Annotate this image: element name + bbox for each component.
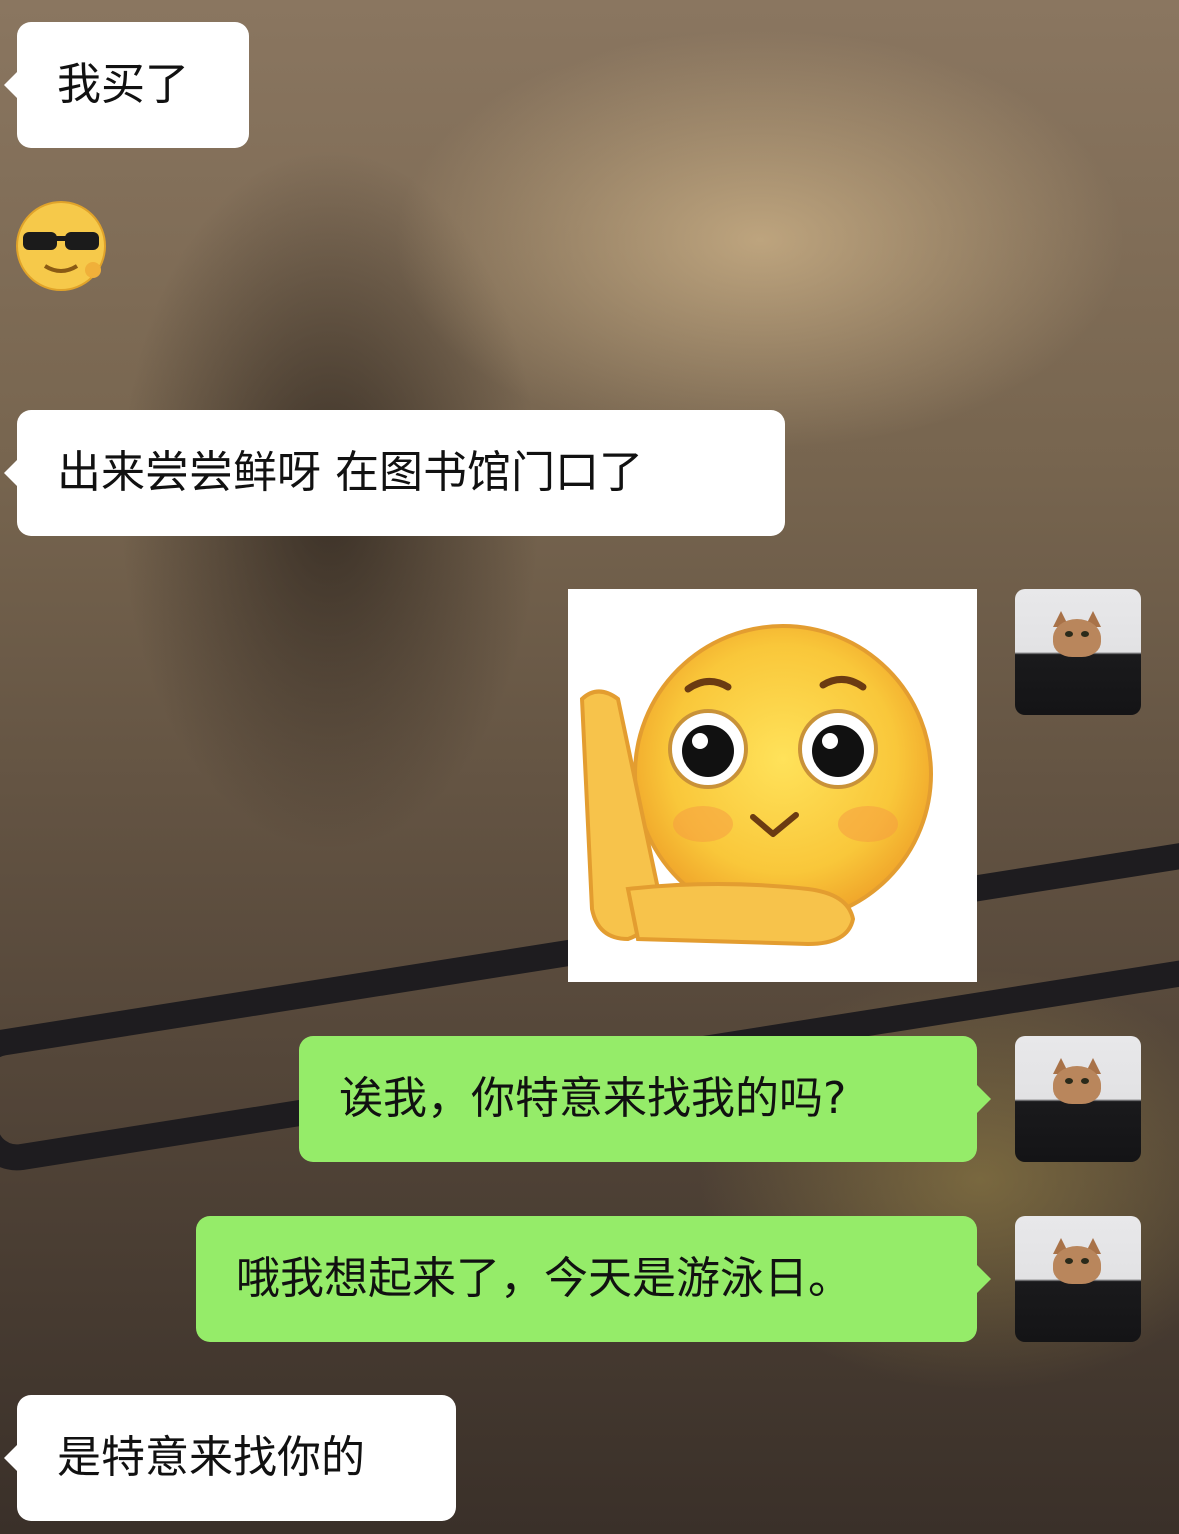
message-text: 哦我想起来了，今天是游泳日。 [236, 1253, 852, 1304]
message-text: 是特意来找你的 [57, 1432, 365, 1483]
cat-eye [1081, 1078, 1089, 1084]
cat-head [1053, 1066, 1101, 1104]
message-text: 我买了 [57, 59, 189, 110]
cat-eye [1065, 631, 1073, 637]
bubble-tail [4, 71, 18, 99]
cat-eye [1065, 1258, 1073, 1264]
bubble-tail [4, 1444, 18, 1472]
bubble-tail [4, 459, 18, 487]
cool-sunglasses-emoji-icon[interactable] [15, 200, 110, 292]
message-bubble-outgoing[interactable]: 哦我想起来了，今天是游泳日。 [196, 1216, 977, 1342]
message-text: 诶我，你特意来找我的吗? [339, 1073, 847, 1124]
cat-eye [1065, 1078, 1073, 1084]
message-bubble-outgoing[interactable]: 诶我，你特意来找我的吗? [299, 1036, 977, 1162]
avatar[interactable] [1015, 589, 1141, 715]
avatar[interactable] [1015, 1036, 1141, 1162]
message-bubble-incoming[interactable]: 出来尝尝鲜呀 在图书馆门口了 [17, 410, 785, 536]
bubble-tail [977, 1085, 991, 1113]
avatar[interactable] [1015, 1216, 1141, 1342]
sticker-message[interactable] [568, 589, 977, 982]
message-text: 出来尝尝鲜呀 在图书馆门口了 [57, 447, 643, 498]
message-bubble-incoming[interactable]: 我买了 [17, 22, 249, 148]
cat-eye [1081, 631, 1089, 637]
cat-head [1053, 619, 1101, 657]
bubble-tail [977, 1265, 991, 1293]
shy-face-hand-on-cheek-icon [579, 624, 933, 947]
message-bubble-incoming[interactable]: 是特意来找你的 [17, 1395, 456, 1521]
cat-head [1053, 1246, 1101, 1284]
cat-eye [1081, 1258, 1089, 1264]
